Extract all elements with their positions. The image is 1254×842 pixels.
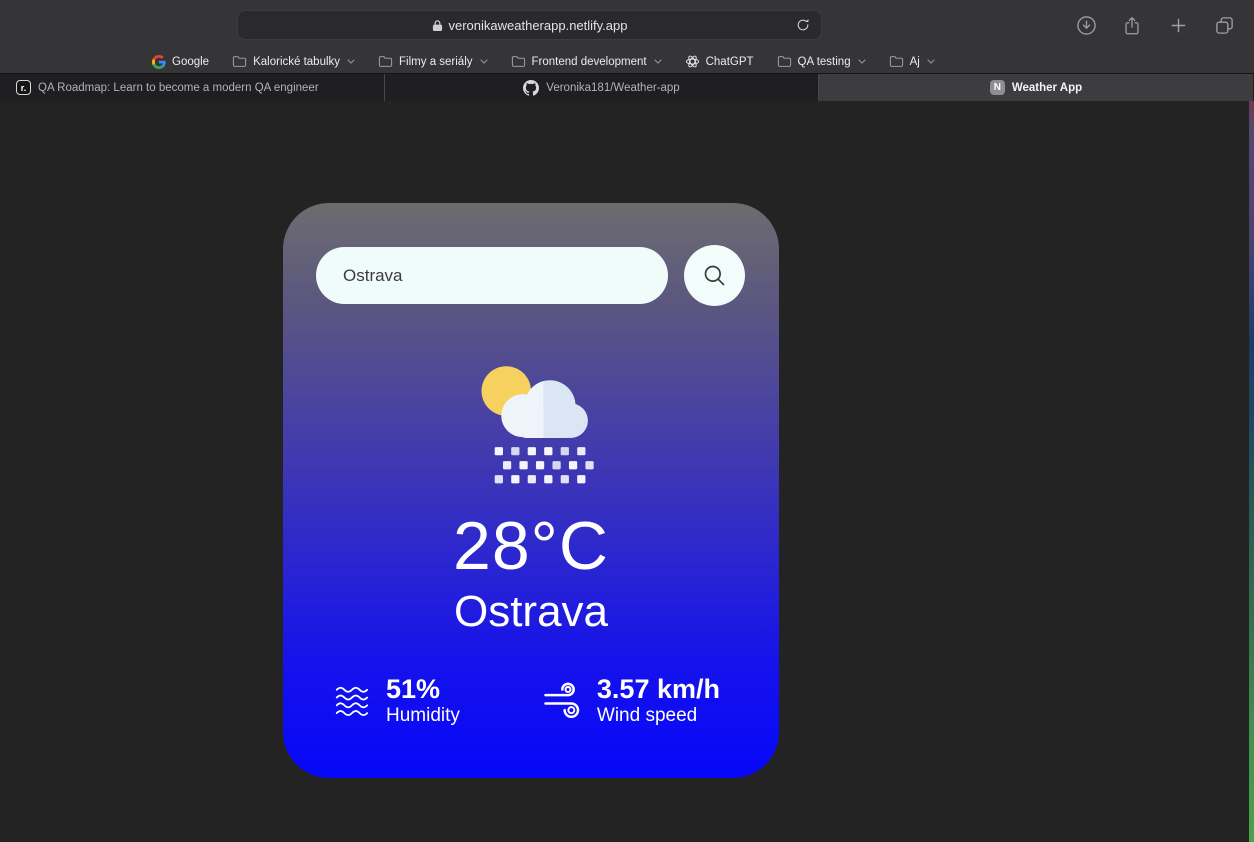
humidity-label: Humidity [386,705,460,728]
bookmark-label: Aj [910,56,920,68]
downloads-button[interactable] [1074,13,1098,37]
share-icon [1123,15,1141,36]
bookmarks-bar: Google Kalorické tabulky Filmy a seriály… [0,50,1254,73]
humidity-value: 51% [386,674,460,705]
tab-weather-app-active[interactable]: N Weather App [819,74,1253,101]
share-button[interactable] [1120,13,1144,37]
folder-icon [378,55,393,68]
address-text: veronikaweatherapp.netlify.app [432,18,628,33]
folder-icon [232,55,247,68]
weather-stats: 51% Humidity 3.57 km/h [283,674,779,728]
bookmark-folder-qa-testing[interactable]: QA testing [777,55,866,68]
wind-icon [542,681,584,721]
chevron-down-icon [927,59,935,64]
tab-title: Weather App [1012,82,1082,94]
humidity-stat: 51% Humidity [335,674,460,728]
bookmark-label: ChatGPT [706,56,754,68]
city-name: Ostrava [454,588,608,636]
toolbar-actions [1074,0,1236,50]
bookmark-folder-filmy-a-serialy[interactable]: Filmy a seriály [378,55,487,68]
tab-github-weather-app[interactable]: Veronika181/Weather-app [385,74,819,101]
chatgpt-icon [685,54,700,69]
google-icon [152,55,166,69]
folder-icon [889,55,904,68]
humidity-icon [335,685,373,718]
tab-bar: r. QA Roadmap: Learn to become a modern … [0,73,1254,101]
background-window-edge [1249,101,1254,842]
city-search-input[interactable] [316,247,668,304]
github-icon [523,80,539,96]
toolbar: veronikaweatherapp.netlify.app [0,0,1254,50]
chevron-down-icon [347,59,355,64]
bookmark-folder-frontend-development[interactable]: Frontend development [511,55,662,68]
new-tab-button[interactable] [1166,13,1190,37]
wind-stat: 3.57 km/h Wind speed [542,674,720,728]
bookmark-label: Filmy a seriály [399,56,472,68]
roadmap-icon: r. [16,80,31,95]
bookmark-label: Kalorické tabulky [253,56,340,68]
plus-icon [1170,17,1187,34]
search-button[interactable] [684,245,745,306]
page-content: 28°C Ostrava 51% Humidity [0,101,1254,842]
browser-window: veronikaweatherapp.netlify.app [0,0,1254,842]
search-icon [701,262,728,289]
lock-icon [432,19,443,32]
weather-card: 28°C Ostrava 51% Humidity [283,203,779,778]
wind-value: 3.57 km/h [597,674,720,705]
reload-icon [796,18,810,32]
weather-condition-icon [465,358,597,490]
bookmark-google[interactable]: Google [152,55,209,69]
address-bar[interactable]: veronikaweatherapp.netlify.app [237,10,822,40]
temperature-value: 28°C [453,512,609,580]
search-row [283,245,779,306]
tab-qa-roadmap[interactable]: r. QA Roadmap: Learn to become a modern … [0,74,385,101]
bookmark-label: Frontend development [532,56,647,68]
sleet-icon [495,447,594,483]
wind-label: Wind speed [597,705,720,728]
tab-title: Veronika181/Weather-app [546,82,679,94]
download-icon [1076,15,1097,36]
bookmark-folder-kaloricke-tabulky[interactable]: Kalorické tabulky [232,55,355,68]
url-text: veronikaweatherapp.netlify.app [449,18,628,33]
reload-button[interactable] [794,16,812,34]
tab-title: QA Roadmap: Learn to become a modern QA … [38,82,319,94]
folder-icon [777,55,792,68]
tab-overview-button[interactable] [1212,13,1236,37]
bookmark-label: QA testing [798,56,851,68]
folder-icon [511,55,526,68]
chevron-down-icon [654,59,662,64]
browser-chrome: veronikaweatherapp.netlify.app [0,0,1254,101]
netlify-icon: N [990,80,1005,95]
bookmark-folder-aj[interactable]: Aj [889,55,935,68]
chevron-down-icon [858,59,866,64]
tabs-icon [1214,15,1235,36]
chevron-down-icon [480,59,488,64]
bookmark-chatgpt[interactable]: ChatGPT [685,54,754,69]
bookmark-label: Google [172,56,209,68]
